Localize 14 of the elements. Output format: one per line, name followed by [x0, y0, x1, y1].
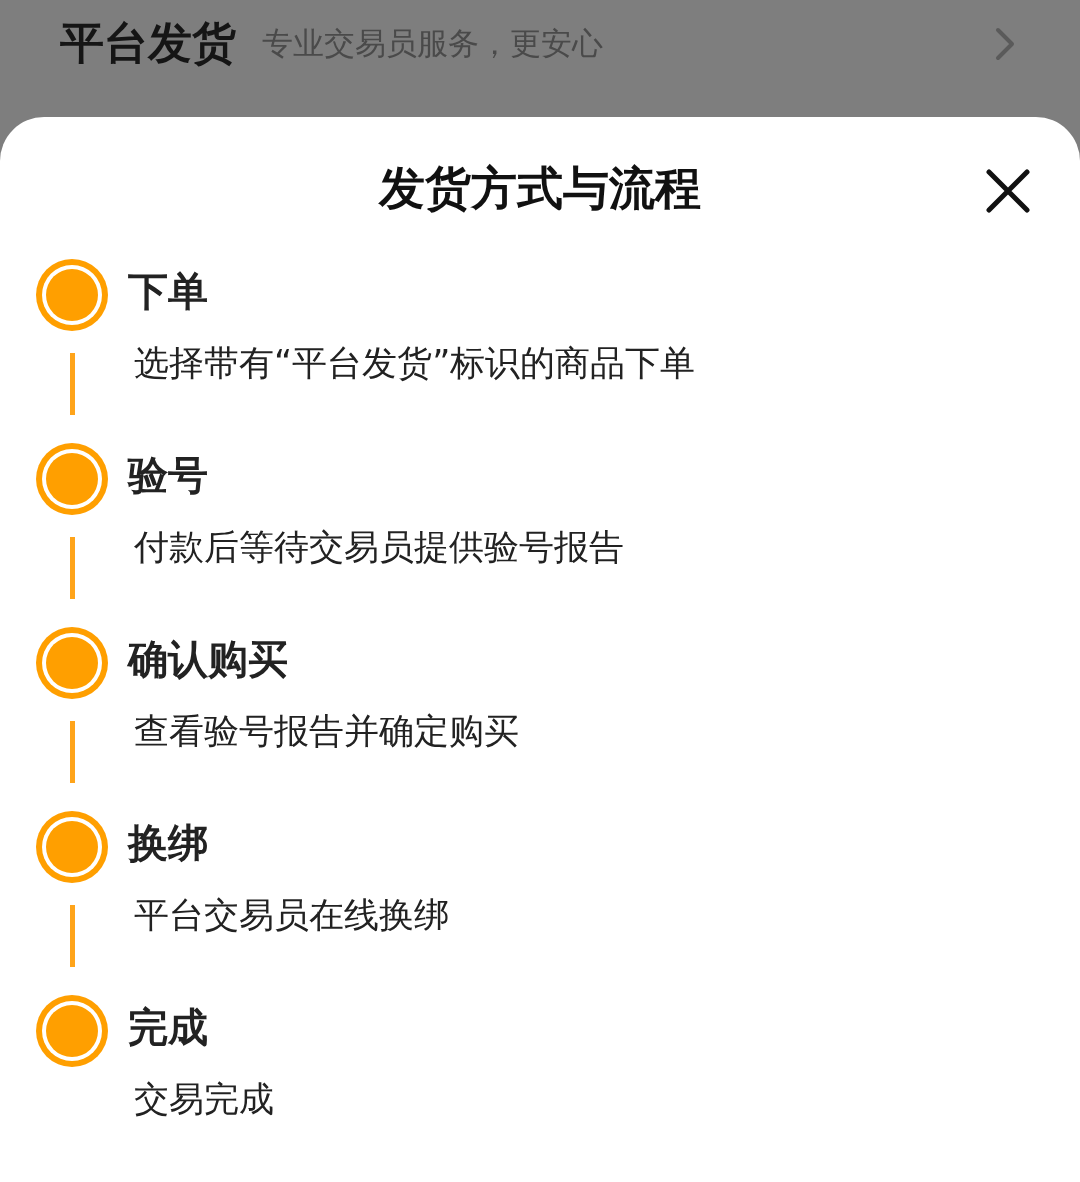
sheet-title: 发货方式与流程: [379, 160, 701, 217]
row-title: 平台发货: [60, 16, 236, 70]
step-title: 完成: [128, 1003, 209, 1052]
step-description: 交易完成: [134, 1078, 274, 1121]
step-title: 下单: [128, 267, 209, 316]
step-title: 验号: [128, 451, 209, 500]
step-description: 查看验号报告并确定购买: [134, 710, 519, 753]
step-description: 选择带有“平台发货”标识的商品下单: [134, 342, 696, 385]
chevron-right-icon: [995, 26, 1015, 61]
step-title: 确认购买: [128, 635, 289, 684]
step-description: 付款后等待交易员提供验号报告: [134, 526, 624, 569]
close-icon[interactable]: [986, 169, 1030, 213]
step-description: 平台交易员在线换绑: [134, 894, 449, 937]
step-title: 换绑: [128, 819, 209, 868]
